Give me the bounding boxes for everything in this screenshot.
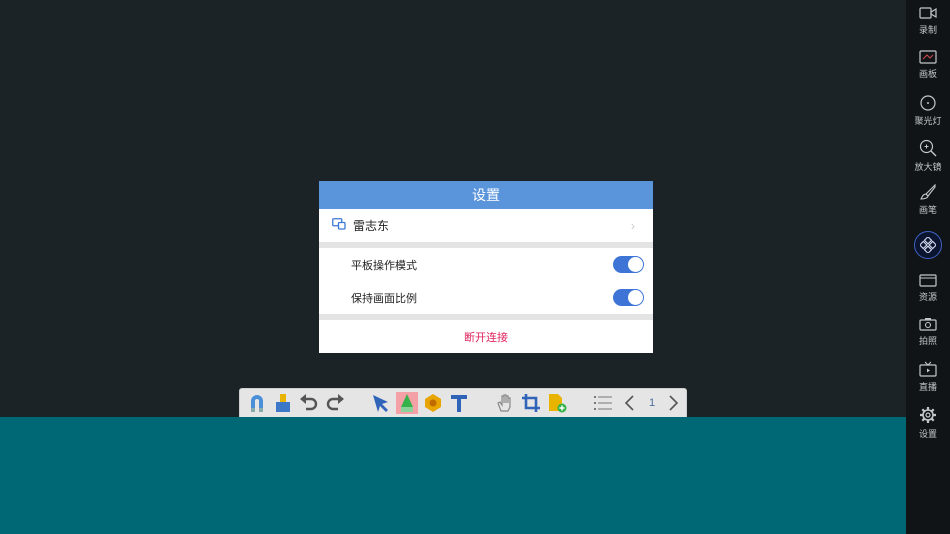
pen-icon[interactable] (396, 392, 418, 414)
spotlight-icon (920, 95, 936, 111)
sidebar-label: 拍照 (918, 337, 937, 347)
add-page-icon[interactable] (546, 392, 568, 414)
prev-page-icon[interactable] (618, 392, 640, 414)
sidebar-label: 设置 (918, 430, 937, 440)
tablet-mode-toggle[interactable] (613, 256, 644, 273)
video-camera-icon (919, 7, 937, 19)
text-icon[interactable] (448, 392, 470, 414)
right-sidebar: 录制 画板 聚光灯 放大镜 画笔 资源 拍照 直播 设置 (906, 0, 950, 534)
folder-icon (919, 274, 937, 287)
brush-icon (920, 184, 936, 200)
bottom-toolbar: 1 (239, 388, 687, 417)
setting-row-tablet-mode: 平板操作模式 (319, 248, 653, 281)
toggle-knob (628, 257, 643, 272)
sidebar-item-settings[interactable]: 设置 (906, 400, 950, 444)
setting-label-aspect-ratio: 保持画面比例 (351, 291, 417, 305)
dialog-title: 设置 (319, 181, 653, 209)
sidebar-item-magnifier[interactable]: 放大镜 (906, 133, 950, 177)
user-row[interactable]: 雷志东 › (319, 209, 653, 242)
crop-icon[interactable] (520, 392, 542, 414)
sidebar-item-record[interactable]: 录制 (906, 0, 950, 44)
shape-icon[interactable] (422, 392, 444, 414)
toggle-knob (628, 290, 643, 305)
magnifier-icon (919, 139, 937, 157)
sidebar-label: 直播 (918, 383, 937, 393)
tv-icon (919, 361, 937, 377)
user-name: 雷志东 (353, 219, 390, 233)
center-menu-button[interactable] (914, 231, 942, 259)
sidebar-item-brush[interactable]: 画笔 (906, 178, 950, 222)
redo-icon[interactable] (324, 392, 346, 414)
hand-pan-icon[interactable] (494, 392, 516, 414)
gear-icon (920, 407, 936, 423)
whiteboard-icon (919, 50, 937, 64)
device-connect-icon (332, 217, 346, 235)
sidebar-label: 画笔 (918, 206, 937, 216)
sidebar-item-live[interactable]: 直播 (906, 355, 950, 399)
sidebar-item-resources[interactable]: 资源 (906, 267, 950, 311)
undo-icon[interactable] (298, 392, 320, 414)
diamond-grid-icon (920, 237, 936, 253)
aspect-ratio-toggle[interactable] (613, 289, 644, 306)
pointer-arrow-icon[interactable] (370, 392, 392, 414)
magnet-icon[interactable] (246, 392, 268, 414)
chevron-right-icon: › (631, 218, 635, 233)
sidebar-item-spotlight[interactable]: 聚光灯 (906, 89, 950, 133)
setting-label-tablet-mode: 平板操作模式 (351, 258, 417, 272)
settings-dialog: 设置 雷志东 › 平板操作模式 保持画面比例 断开连接 (319, 181, 653, 353)
sidebar-label: 聚光灯 (914, 117, 942, 127)
disconnect-button[interactable]: 断开连接 (319, 320, 653, 353)
next-page-icon[interactable] (663, 392, 685, 414)
page-number: 1 (648, 397, 656, 409)
sidebar-label: 录制 (918, 26, 937, 36)
camera-icon (919, 318, 937, 331)
content-area (0, 417, 906, 534)
sidebar-label: 画板 (918, 70, 937, 80)
setting-row-aspect-ratio: 保持画面比例 (319, 281, 653, 314)
sidebar-label: 放大镜 (914, 163, 942, 173)
sidebar-item-camera[interactable]: 拍照 (906, 311, 950, 355)
sidebar-item-whiteboard[interactable]: 画板 (906, 44, 950, 88)
eraser-brush-icon[interactable] (272, 392, 294, 414)
sidebar-label: 资源 (918, 293, 937, 303)
list-menu-icon[interactable] (592, 392, 614, 414)
